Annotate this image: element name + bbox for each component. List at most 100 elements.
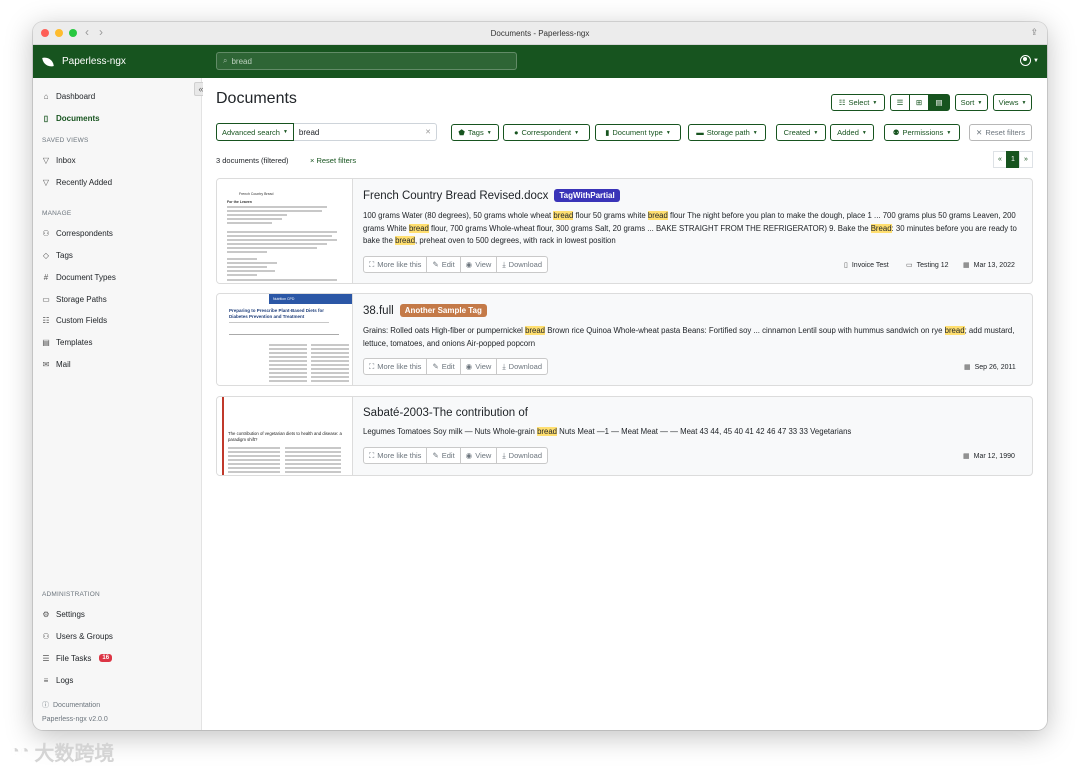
document-tag[interactable]: TagWithPartial [554, 189, 620, 202]
storage-path-filter-dropdown[interactable]: ▬ Storage path ▼ [688, 124, 766, 141]
document-thumbnail[interactable]: French Country Bread For the Leaven [217, 179, 353, 283]
select-dropdown-button[interactable]: ☷ Select ▼ [831, 94, 885, 111]
view-button[interactable]: ◉ View [461, 359, 498, 374]
document-card: The contribution of vegetarian diets to … [216, 396, 1033, 476]
sidebar-item-dashboard[interactable]: ⌂ Dashboard [42, 90, 96, 102]
watermark-logo-icon: ◔◔ [10, 742, 30, 760]
documentation-link[interactable]: ⓘ Documentation [42, 700, 100, 710]
reset-filters-link[interactable]: × Reset filters [310, 156, 356, 165]
view-button[interactable]: ◉ View [461, 257, 498, 272]
download-icon: ⤓ [502, 361, 506, 371]
global-search-input[interactable] [231, 56, 502, 66]
document-tag[interactable]: Another Sample Tag [399, 304, 487, 317]
sidebar-item-custom-fields[interactable]: ☷ Custom Fields [42, 314, 107, 326]
document-title[interactable]: Sabaté-2003-The contribution of [363, 407, 528, 419]
tags-filter-dropdown[interactable]: ⬟ Tags ▼ [451, 124, 499, 141]
correspondent-filter-dropdown[interactable]: ● Correspondent ▼ [503, 124, 590, 141]
document-type-filter-dropdown[interactable]: ▮ Document type ▼ [595, 124, 681, 141]
ui-radios-icon: ☷ [42, 315, 50, 325]
more-like-this-button[interactable]: ⛶ More like this [364, 257, 428, 272]
action-label: Edit [441, 451, 455, 460]
search-query-input[interactable]: bread [294, 124, 425, 140]
pencil-icon: ✎ [432, 260, 439, 269]
thumbnail-margin-line [222, 397, 224, 475]
file-icon: ▯ [43, 113, 49, 123]
sidebar-item-file-tasks[interactable]: ☰ File Tasks 16 [42, 652, 113, 664]
close-window-button[interactable] [41, 29, 49, 37]
sidebar-item-settings[interactable]: ⚙ Settings [42, 608, 85, 620]
sidebar-item-templates[interactable]: ▤ Templates [42, 336, 92, 348]
clear-search-icon[interactable]: ✕ [425, 124, 436, 140]
folder-icon: ▬ [696, 128, 704, 137]
advanced-search-label: Advanced search [222, 127, 280, 137]
user-menu[interactable]: ▼ [1020, 55, 1039, 66]
view-button[interactable]: ◉ View [461, 448, 498, 463]
pagination-next[interactable]: » [1019, 151, 1033, 168]
snippet-text: Brown rice Quinoa Whole-wheat pasta Bean… [545, 326, 945, 335]
document-title-row: Sabaté-2003-The contribution of [363, 407, 528, 419]
view-large-cards-button[interactable]: ▤ [928, 94, 950, 111]
document-title-row: French Country Bread Revised.docx TagWit… [363, 189, 620, 202]
sidebar-item-users-groups[interactable]: ⚇ Users & Groups [42, 630, 113, 642]
app-version: Paperless-ngx v2.0.0 [42, 716, 108, 723]
document-thumbnail[interactable]: The contribution of vegetarian diets to … [217, 397, 353, 475]
reset-filters-button[interactable]: ✕ Reset filters [969, 124, 1032, 141]
document-title[interactable]: 38.full [363, 305, 394, 317]
download-button[interactable]: ⤓ Download [497, 257, 547, 272]
app-brand[interactable]: Paperless-ngx [42, 55, 126, 68]
more-like-this-button[interactable]: ⛶ More like this [364, 448, 428, 463]
pagination-page[interactable]: 1 [1006, 151, 1020, 168]
search-highlight: bread [647, 211, 668, 220]
edit-button[interactable]: ✎ Edit [427, 448, 461, 463]
chevron-down-icon: ▼ [1021, 99, 1027, 106]
more-like-this-button[interactable]: ⛶ More like this [364, 359, 428, 374]
chevron-down-icon: ▼ [282, 129, 288, 135]
document-date: Sep 26, 2011 [974, 363, 1016, 371]
sort-dropdown-button[interactable]: Sort ▼ [955, 94, 988, 111]
download-button[interactable]: ⤓ Download [497, 359, 547, 374]
document-thumbnail[interactable]: Nutrition CPD Preparing to Prescribe Pla… [217, 294, 353, 385]
sidebar-item-logs[interactable]: ≡ Logs [42, 674, 74, 686]
storage-path-meta[interactable]: ▭ Testing 12 [906, 261, 949, 270]
view-table-button[interactable]: ☰ [890, 94, 910, 111]
edit-button[interactable]: ✎ Edit [427, 359, 461, 374]
sidebar-item-mail[interactable]: ✉ Mail [42, 358, 71, 370]
global-search-box[interactable]: ⌕ [216, 52, 517, 70]
pagination: « 1 » [993, 151, 1033, 168]
share-icon[interactable]: ⇪ [1030, 27, 1038, 38]
eye-icon: ◉ [465, 451, 473, 460]
zoom-window-button[interactable] [69, 29, 77, 37]
document-title-row: 38.full Another Sample Tag [363, 304, 487, 317]
document-type-meta[interactable]: ▯ Invoice Test [844, 261, 889, 270]
thumbnail-header: Nutrition CPD [269, 294, 352, 304]
document-title[interactable]: French Country Bread Revised.docx [363, 190, 548, 202]
views-dropdown-button[interactable]: Views ▼ [993, 94, 1032, 111]
forward-arrow-icon[interactable]: › [99, 25, 103, 39]
back-arrow-icon[interactable]: ‹ [85, 25, 89, 39]
result-count: 3 documents (filtered) [216, 156, 289, 165]
sidebar-item-tags[interactable]: ◇ Tags [42, 249, 73, 261]
permissions-filter-dropdown[interactable]: ⚉ Permissions ▼ [884, 124, 960, 141]
chevron-down-icon: ▼ [752, 129, 758, 136]
chevron-down-icon: ▼ [574, 129, 580, 136]
added-filter-dropdown[interactable]: Added ▼ [830, 124, 874, 141]
edit-button[interactable]: ✎ Edit [427, 257, 461, 272]
advanced-search-dropdown[interactable]: Advanced search ▼ [216, 123, 294, 141]
file-icon: ▯ [844, 262, 848, 269]
minimize-window-button[interactable] [55, 29, 63, 37]
sidebar-item-documents[interactable]: ▯ Documents [42, 112, 100, 124]
document-type-value: Invoice Test [851, 261, 889, 269]
sidebar-item-recently-added[interactable]: ▽ Recently Added [42, 176, 112, 188]
calendar-icon: ▦ [963, 453, 970, 460]
snippet-text: Grains: Rolled oats High-fiber or pumper… [363, 326, 526, 335]
sidebar-item-inbox[interactable]: ▽ Inbox [42, 154, 76, 166]
list-task-icon: ☰ [42, 653, 50, 663]
view-small-cards-button[interactable]: ⊞ [909, 94, 929, 111]
sidebar-item-document-types[interactable]: # Document Types [42, 271, 116, 283]
sidebar-item-storage-paths[interactable]: ▭ Storage Paths [42, 293, 106, 305]
created-filter-dropdown[interactable]: Created ▼ [776, 124, 826, 141]
pagination-prev[interactable]: « [993, 151, 1007, 168]
download-button[interactable]: ⤓ Download [497, 448, 547, 463]
sidebar-item-correspondents[interactable]: ⚇ Correspondents [42, 227, 113, 239]
action-label: More like this [377, 451, 422, 460]
